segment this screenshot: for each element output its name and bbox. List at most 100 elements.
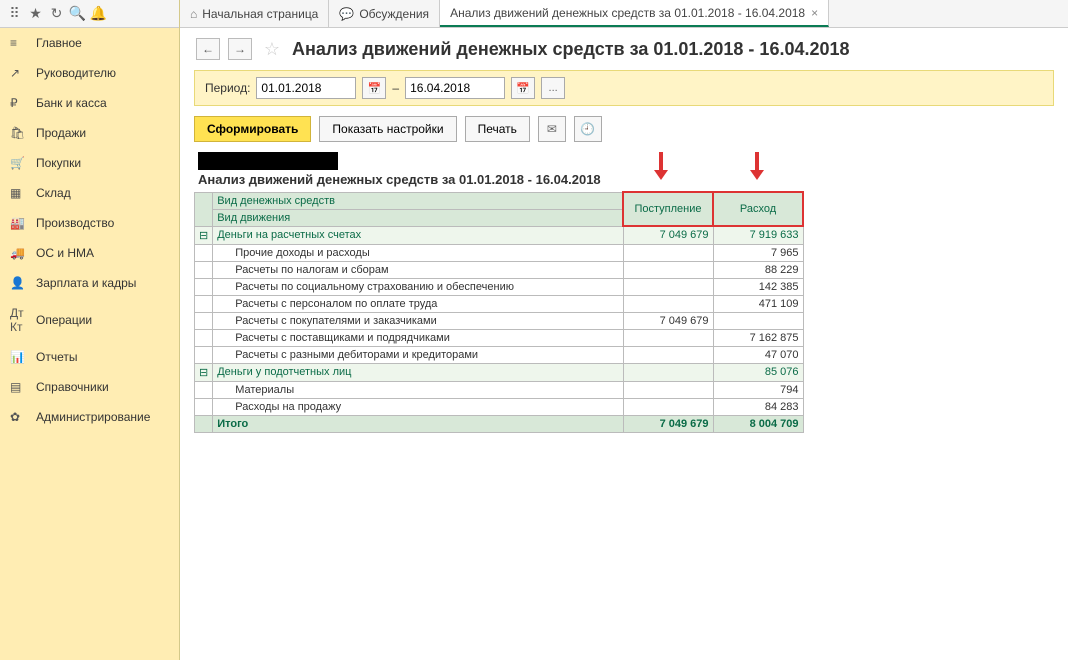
tab-label: Начальная страница [202,7,318,21]
table-row[interactable]: Расчеты по социальному страхованию и обе… [195,278,804,295]
email-button[interactable]: ✉ [538,116,566,142]
sidebar-item[interactable]: ▤ Справочники [0,372,179,402]
tab-icon: ⌂ [190,7,197,21]
period-label: Период: [205,81,250,95]
total-row: Итого 7 049 679 8 004 709 [195,415,804,432]
table-row[interactable]: Расходы на продажу84 283 [195,398,804,415]
back-button[interactable]: ← [196,38,220,60]
sidebar: ⠿ ★ ↻ 🔍 🔔 ≡Главное↗Руководителю ₽ Банк и к… [0,0,180,660]
show-settings-button[interactable]: Показать настройки [319,116,456,142]
tab-icon: 💬 [339,7,354,21]
table-row[interactable]: Расчеты с персоналом по оплате труда471 … [195,295,804,312]
red-arrow-icon [656,152,666,178]
table-row[interactable]: Расчеты с покупателями и заказчиками7 04… [195,312,804,329]
total-in: 7 049 679 [623,415,713,432]
page-header: ← → ☆ Анализ движений денежных средств з… [180,28,1068,66]
row-out [713,312,803,329]
row-label: Расчеты с покупателями и заказчиками [213,312,623,329]
group-in: 7 049 679 [623,226,713,244]
close-icon[interactable]: × [811,6,818,20]
sidebar-item-label: Банк и касса [36,96,107,110]
period-more-button[interactable]: ... [541,77,565,99]
sidebar-item[interactable]: 👤Зарплата и кадры [0,268,179,298]
report-area: Анализ движений денежных средств за 01.0… [194,152,1054,433]
generate-button[interactable]: Сформировать [194,116,311,142]
forward-button[interactable]: → [228,38,252,60]
date-to-input[interactable] [405,77,505,99]
tab[interactable]: Анализ движений денежных средств за 01.0… [440,0,829,27]
clock-button[interactable]: 🕘 [574,116,602,142]
table-header-row: Вид денежных средств Поступление Расход [195,192,804,209]
tree-column [195,192,213,226]
table-row[interactable]: Расчеты с разными дебиторами и кредитора… [195,346,804,363]
row-label: Расчеты по социальному страхованию и обе… [213,278,623,295]
table-row[interactable]: Прочие доходы и расходы7 965 [195,244,804,261]
bell-icon[interactable]: 🔔 [88,3,109,25]
row-out: 794 [713,381,803,398]
period-dash: – [392,81,399,95]
sidebar-item[interactable]: ₽ Банк и касса [0,88,179,118]
sidebar-item-icon: ✿ [10,410,28,424]
sidebar-item[interactable]: ≡Главное [0,28,179,58]
table-row[interactable]: Расчеты с поставщиками и подрядчиками7 1… [195,329,804,346]
group-row[interactable]: ⊟Деньги на расчетных счетах7 049 6797 91… [195,226,804,244]
sidebar-item-icon: ₽ [10,96,28,110]
history-icon[interactable]: ↻ [46,3,67,25]
column-header-in: Поступление [623,192,713,226]
sidebar-item-label: Руководителю [36,66,116,80]
sidebar-item-icon: ▤ [10,380,28,394]
collapse-icon[interactable]: ⊟ [195,363,213,381]
print-button[interactable]: Печать [465,116,530,142]
sidebar-item-icon: 🛍 [10,126,28,140]
row-in: 7 049 679 [623,312,713,329]
collapse-icon[interactable]: ⊟ [195,226,213,244]
sidebar-toolbar: ⠿ ★ ↻ 🔍 🔔 [0,0,179,28]
apps-icon[interactable]: ⠿ [4,3,25,25]
header-kind: Вид денежных средств [213,192,623,209]
total-label: Итого [213,415,623,432]
table-row[interactable]: Материалы794 [195,381,804,398]
sidebar-item[interactable]: 🚚ОС и НМА [0,238,179,268]
sidebar-item[interactable]: ▦Склад [0,178,179,208]
sidebar-item-label: Производство [36,216,114,230]
date-from-input[interactable] [256,77,356,99]
sidebar-item[interactable]: Дт КтОперации [0,298,179,342]
row-out: 47 070 [713,346,803,363]
tab-label: Обсуждения [359,7,429,21]
action-bar: Сформировать Показать настройки Печать ✉… [194,116,1054,142]
red-arrow-icon [752,152,762,178]
row-label: Расчеты с разными дебиторами и кредитора… [213,346,623,363]
group-in [623,363,713,381]
row-out: 7 965 [713,244,803,261]
tab[interactable]: ⌂ Начальная страница [180,0,329,27]
sidebar-item[interactable]: 📊Отчеты [0,342,179,372]
favorite-button[interactable]: ☆ [260,38,284,60]
row-in [623,244,713,261]
star-icon[interactable]: ★ [25,3,46,25]
row-in [623,278,713,295]
sidebar-item-label: Администрирование [36,410,150,424]
period-bar: Период: 📅 – 📅 ... [194,70,1054,106]
tab[interactable]: 💬 Обсуждения [329,0,440,27]
sidebar-item-label: Справочники [36,380,109,394]
header-move: Вид движения [213,209,623,226]
sidebar-item[interactable]: ↗Руководителю [0,58,179,88]
total-out: 8 004 709 [713,415,803,432]
calendar-to-button[interactable]: 📅 [511,77,535,99]
sidebar-item[interactable]: 🛍Продажи [0,118,179,148]
sidebar-item[interactable]: ✿ Администрирование [0,402,179,432]
main: ⌂ Начальная страница 💬 Обсуждения Анализ дви… [180,0,1068,660]
search-icon[interactable]: 🔍 [67,3,88,25]
sidebar-item-label: Покупки [36,156,81,170]
sidebar-item-icon: ≡ [10,36,28,50]
row-in [623,261,713,278]
sidebar-item[interactable]: 🛒Покупки [0,148,179,178]
report-table: Вид денежных средств Поступление Расход … [194,191,804,433]
sidebar-item-icon: 👤 [10,276,28,290]
calendar-from-button[interactable]: 📅 [362,77,386,99]
sidebar-item[interactable]: 🏭Производство [0,208,179,238]
row-label: Расходы на продажу [213,398,623,415]
table-row[interactable]: Расчеты по налогам и сборам88 229 [195,261,804,278]
group-row[interactable]: ⊟Деньги у подотчетных лиц85 076 [195,363,804,381]
row-in [623,295,713,312]
